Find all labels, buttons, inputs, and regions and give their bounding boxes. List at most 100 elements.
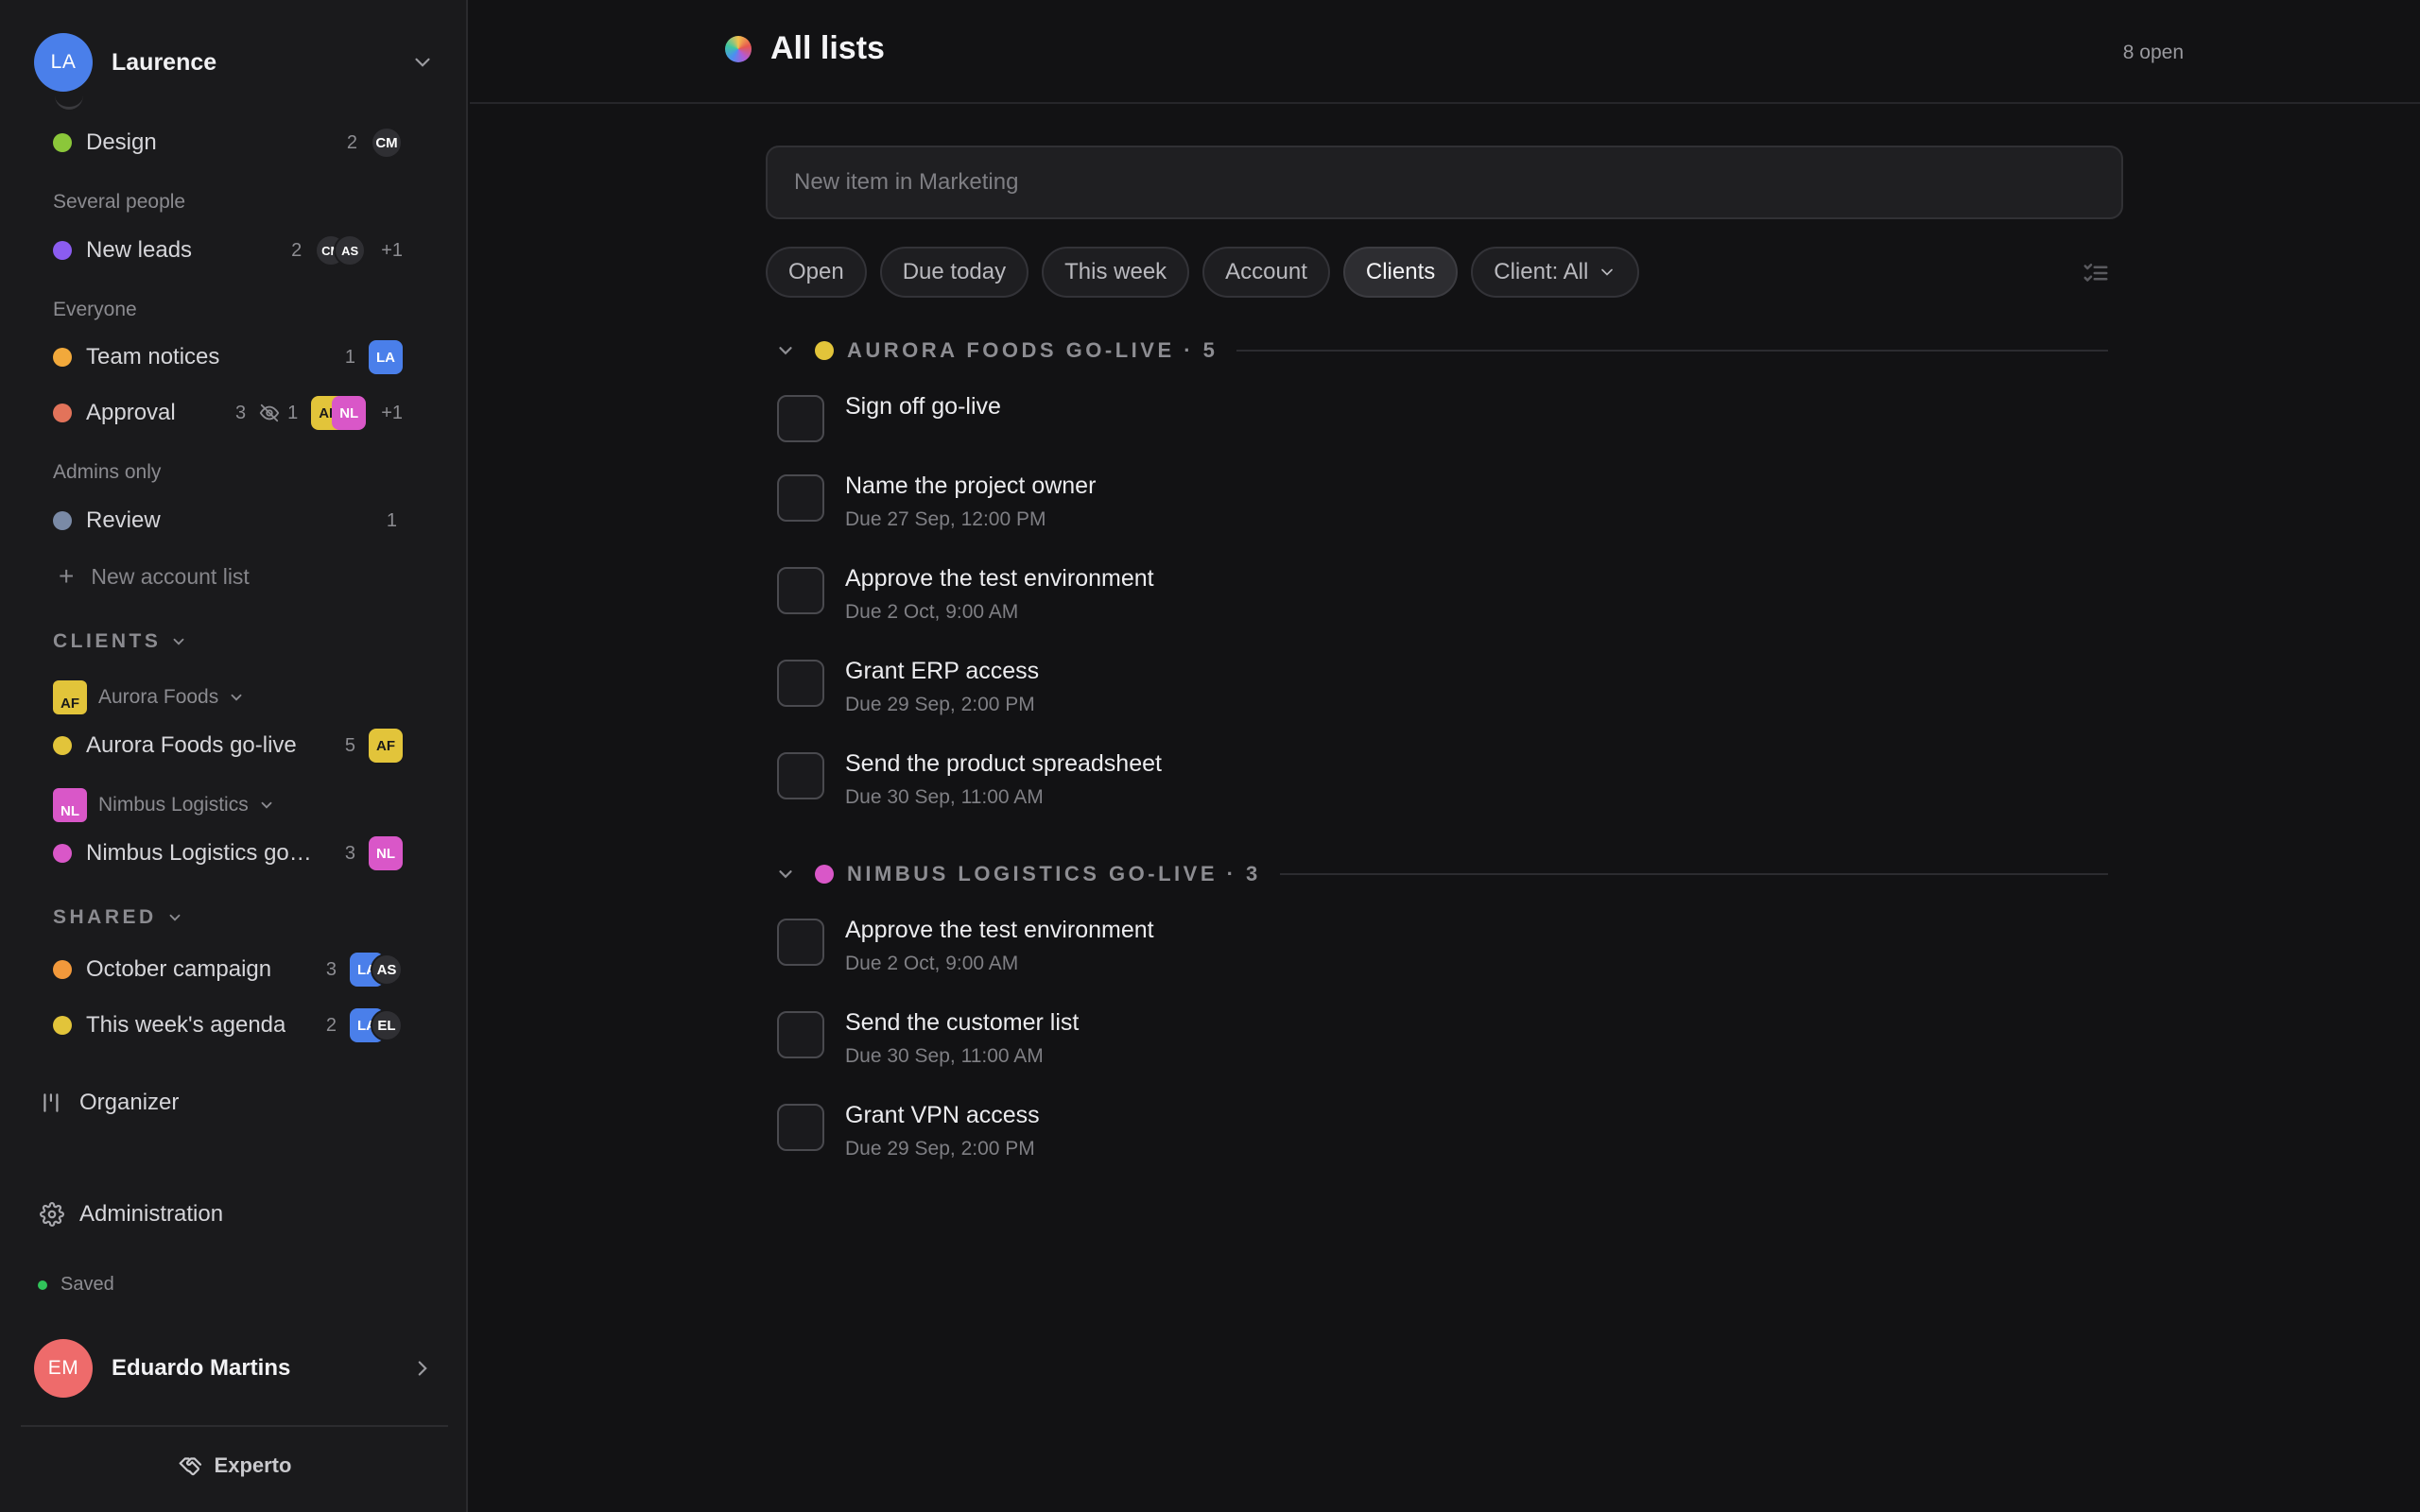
filter-label: Client: All bbox=[1494, 259, 1589, 284]
task-checkbox[interactable] bbox=[777, 660, 824, 707]
filter-this-week[interactable]: This week bbox=[1042, 247, 1190, 298]
filter-account[interactable]: Account bbox=[1202, 247, 1330, 298]
list-count: 5 bbox=[344, 734, 355, 756]
chevron-down-icon bbox=[779, 347, 792, 355]
chevron-down-icon[interactable] bbox=[410, 50, 435, 75]
new-account-list-button[interactable]: + New account list bbox=[59, 561, 250, 592]
sidebar-list-team-notices[interactable]: Team notices 1 LA bbox=[53, 338, 403, 376]
filter-clients[interactable]: Clients bbox=[1342, 247, 1459, 298]
client-name: Nimbus Logistics bbox=[98, 794, 249, 816]
task-checkbox[interactable] bbox=[777, 474, 824, 522]
task-title[interactable]: Approve the test environment bbox=[845, 917, 1154, 944]
task-title[interactable]: Grant VPN access bbox=[845, 1102, 1040, 1129]
account-switcher[interactable]: LA Laurence bbox=[34, 32, 435, 93]
client-badge: AF bbox=[369, 729, 403, 763]
client-badge: NL bbox=[369, 836, 403, 870]
group-header-aurora[interactable]: AURORA FOODS GO-LIVE · 5 bbox=[775, 336, 2108, 365]
group-header-nimbus[interactable]: NIMBUS LOGISTICS GO-LIVE · 3 bbox=[775, 860, 2108, 888]
sidebar-list-this-weeks-agenda[interactable]: This week's agenda 2 LA EL bbox=[53, 1006, 403, 1044]
group-label-admins: Admins only bbox=[53, 461, 162, 483]
group-divider bbox=[1279, 873, 2108, 875]
filter-label: Account bbox=[1225, 259, 1307, 284]
list-color-dot bbox=[53, 241, 72, 260]
task-checkbox[interactable] bbox=[777, 919, 824, 966]
task-checkbox[interactable] bbox=[777, 395, 824, 442]
filter-label: Open bbox=[788, 259, 844, 284]
organizer-icon bbox=[43, 1093, 59, 1112]
task-due: Due 2 Oct, 9:00 AM bbox=[845, 601, 1019, 623]
section-shared-label: SHARED bbox=[53, 906, 157, 928]
list-color-dot bbox=[53, 348, 72, 367]
task-title[interactable]: Grant ERP access bbox=[845, 658, 1039, 685]
chevron-down-icon bbox=[231, 694, 242, 701]
member-avatar: AS bbox=[371, 954, 403, 986]
list-color-dot bbox=[53, 960, 72, 979]
more-members: +1 bbox=[381, 239, 403, 261]
sidebar-list-review[interactable]: Review 1 bbox=[53, 502, 403, 540]
member-avatar: EL bbox=[371, 1009, 403, 1041]
client-aurora-foods[interactable]: AF Aurora Foods bbox=[53, 680, 245, 714]
member-avatar: CM bbox=[371, 127, 403, 159]
sidebar-list-october-campaign[interactable]: October campaign 3 LA AS bbox=[53, 951, 403, 988]
chevron-down-icon bbox=[173, 638, 184, 645]
section-clients[interactable]: CLIENTS bbox=[53, 630, 187, 653]
filter-label: Due today bbox=[902, 259, 1007, 284]
administration-label: Administration bbox=[79, 1201, 224, 1227]
new-item-input[interactable] bbox=[766, 146, 2123, 219]
chevron-down-icon bbox=[261, 801, 272, 809]
list-count: 2 bbox=[346, 131, 357, 153]
page-title: All lists bbox=[770, 30, 885, 66]
task-checkbox[interactable] bbox=[777, 1104, 824, 1151]
task-title[interactable]: Approve the test environment bbox=[845, 565, 1154, 593]
task-due: Due 29 Sep, 2:00 PM bbox=[845, 694, 1035, 715]
list-count: 1 bbox=[386, 509, 397, 531]
filter-bar: Open Due today This week Account Clients… bbox=[766, 247, 1640, 298]
client-nimbus-logistics[interactable]: NL Nimbus Logistics bbox=[53, 788, 275, 822]
list-color-dot bbox=[53, 511, 72, 530]
sidebar-list-aurora-go-live[interactable]: Aurora Foods go-live 5 AF bbox=[53, 727, 403, 765]
list-name: October campaign bbox=[86, 956, 272, 982]
filter-client-dropdown[interactable]: Client: All bbox=[1471, 247, 1640, 298]
sidebar-divider bbox=[21, 1425, 448, 1427]
list-color-dot bbox=[53, 736, 72, 755]
status-dot bbox=[38, 1280, 47, 1290]
client-badge: AF bbox=[53, 680, 87, 714]
sidebar-list-nimbus-go-live[interactable]: Nimbus Logistics go-live 3 NL bbox=[53, 834, 403, 872]
task-title[interactable]: Send the customer list bbox=[845, 1009, 1079, 1037]
list-count: 2 bbox=[291, 239, 302, 261]
eye-off-icon bbox=[259, 404, 280, 422]
sidebar-list-new-leads[interactable]: New leads 2 CM AS +1 bbox=[53, 232, 403, 269]
task-checkbox[interactable] bbox=[777, 752, 824, 799]
section-shared[interactable]: SHARED bbox=[53, 906, 183, 929]
brand-footer: Experto bbox=[0, 1448, 468, 1484]
task-title[interactable]: Sign off go-live bbox=[845, 393, 1001, 421]
task-checkbox[interactable] bbox=[777, 1011, 824, 1058]
task-title[interactable]: Send the product spreadsheet bbox=[845, 750, 1162, 778]
organizer-link[interactable]: Organizer bbox=[40, 1090, 179, 1116]
sidebar-list-design[interactable]: Design 2 CM bbox=[53, 124, 403, 162]
member-avatar: LA bbox=[369, 340, 403, 374]
task-due: Due 30 Sep, 11:00 AM bbox=[845, 1045, 1044, 1067]
administration-link[interactable]: Administration bbox=[40, 1201, 223, 1228]
brand-name: Experto bbox=[214, 1453, 292, 1477]
member-avatar: NL bbox=[332, 396, 367, 430]
task-title[interactable]: Name the project owner bbox=[845, 472, 1096, 500]
gear-icon bbox=[40, 1202, 64, 1227]
task-checkbox[interactable] bbox=[777, 567, 824, 614]
filter-label: Clients bbox=[1365, 259, 1436, 284]
filter-due-today[interactable]: Due today bbox=[879, 247, 1029, 298]
sidebar-list-approval[interactable]: Approval 3 1 AF NL +1 bbox=[53, 394, 403, 432]
chevron-right-icon bbox=[418, 1361, 427, 1376]
group-title: NIMBUS LOGISTICS GO-LIVE · 3 bbox=[847, 862, 1261, 885]
list-count: 3 bbox=[325, 958, 337, 980]
filter-open[interactable]: Open bbox=[766, 247, 867, 298]
main-header: All lists 8 open bbox=[470, 0, 2420, 104]
checklist-icon[interactable] bbox=[2082, 259, 2110, 287]
filter-label: This week bbox=[1064, 259, 1167, 284]
task-due: Due 2 Oct, 9:00 AM bbox=[845, 953, 1019, 974]
user-profile[interactable]: EM Eduardo Martins bbox=[34, 1338, 435, 1399]
chevron-down-icon bbox=[779, 870, 792, 879]
list-name: Approval bbox=[86, 400, 176, 425]
account-name: Laurence bbox=[112, 48, 217, 76]
plus-icon: + bbox=[59, 561, 75, 591]
